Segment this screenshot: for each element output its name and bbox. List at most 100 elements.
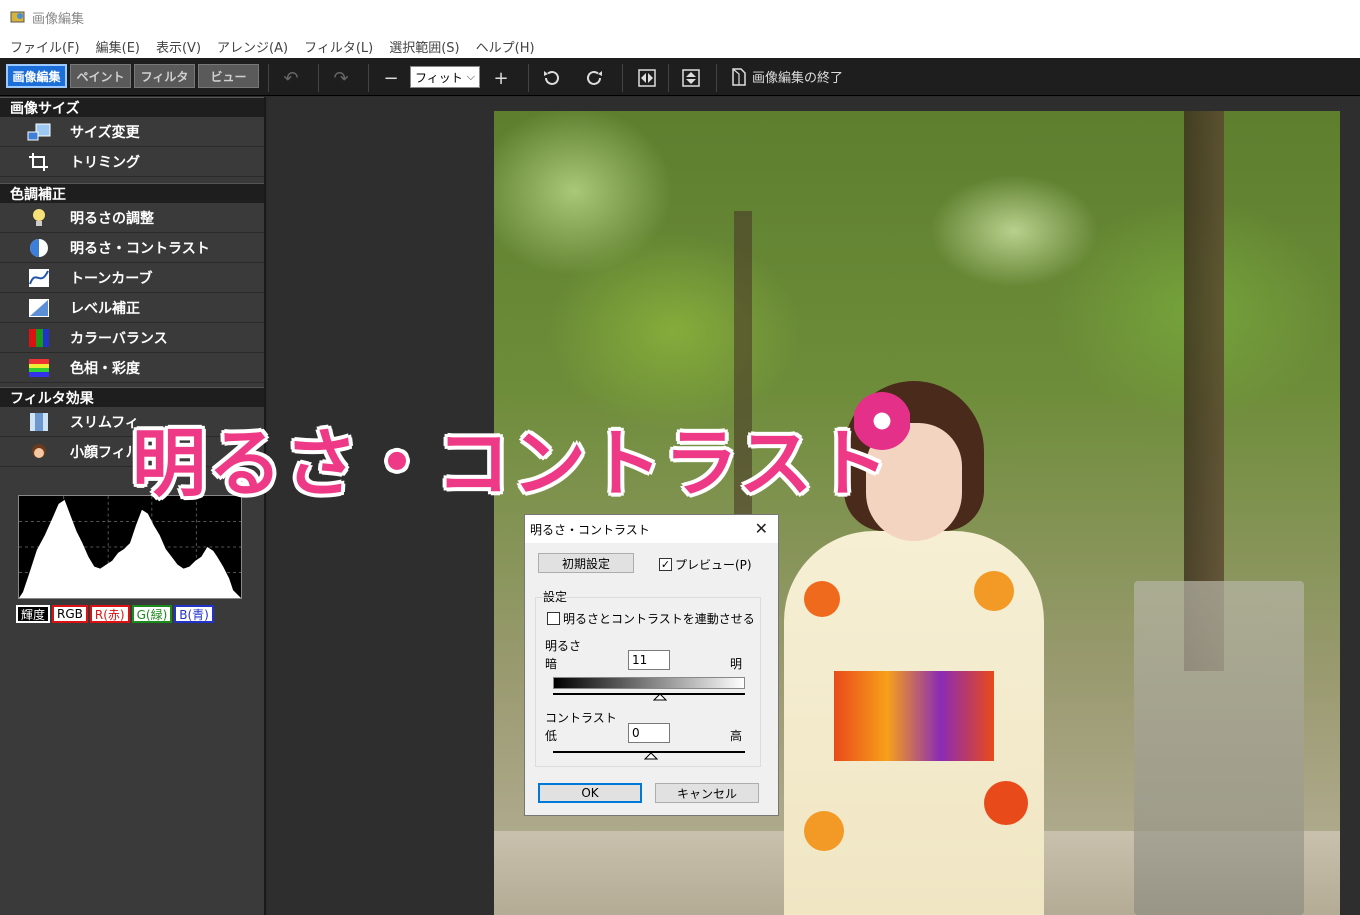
contrast-icon <box>26 237 52 259</box>
sidebar-item-label: トリミング <box>70 154 140 171</box>
tab-paint[interactable]: ペイント <box>70 64 131 88</box>
brightness-contrast-dialog: 明るさ・コントラスト ✕ 初期設定 ✓ プレビュー(P) 設定 明るさとコントラ… <box>524 514 779 816</box>
toolbar-divider <box>668 64 669 92</box>
histogram-rgb-button[interactable]: RGB <box>52 605 88 623</box>
zoom-in-icon[interactable]: + <box>490 67 512 89</box>
menu-edit[interactable]: 編集(E) <box>90 37 146 56</box>
tab-image-edit[interactable]: 画像編集 <box>6 64 67 88</box>
menu-selection[interactable]: 選択範囲(S) <box>383 37 465 56</box>
end-image-edit-button[interactable]: 画像編集の終了 <box>732 67 843 86</box>
window-title: 画像編集 <box>32 11 85 27</box>
small-face-icon <box>26 441 52 463</box>
tab-filter[interactable]: フィルタ <box>134 64 195 88</box>
close-icon[interactable]: ✕ <box>755 519 768 538</box>
resize-icon <box>26 121 52 143</box>
section-header-image-size: 画像サイズ <box>0 97 264 117</box>
slim-filter-icon <box>26 411 52 433</box>
chevron-down-icon: ⌵ <box>466 70 475 83</box>
toolbar-divider <box>716 64 717 92</box>
toolbar: 画像編集 ペイント フィルタ ビュー ↶ ↷ − フィット ⌵ + 画像編集の終… <box>0 58 1360 96</box>
app-icon <box>10 11 25 23</box>
menu-file[interactable]: ファイル(F) <box>4 37 86 56</box>
title-bar: 画像編集 <box>0 0 1360 34</box>
sidebar-item-color-balance[interactable]: カラーバランス <box>0 323 264 353</box>
section-header-color-correction: 色調補正 <box>0 183 264 203</box>
preview-checkbox[interactable]: ✓ プレビュー(P) <box>659 556 752 573</box>
sidebar-item-crop[interactable]: トリミング <box>0 147 264 177</box>
brightness-slider[interactable] <box>553 693 745 695</box>
photo-obi <box>834 671 994 761</box>
sidebar-item-hue-saturation[interactable]: 色相・彩度 <box>0 353 264 383</box>
sidebar-item-label: 明るさの調整 <box>70 210 154 227</box>
sidebar-item-label: 小顔フィル <box>70 444 140 461</box>
toolbar-divider <box>368 64 369 92</box>
sidebar-item-label: サイズ変更 <box>70 124 140 141</box>
rotate-right-icon[interactable] <box>584 67 606 89</box>
color-balance-icon <box>26 327 52 349</box>
sidebar-item-brightness-contrast[interactable]: 明るさ・コントラスト <box>0 233 264 263</box>
brightness-input[interactable]: 11 <box>628 650 670 670</box>
sidebar-item-brightness[interactable]: 明るさの調整 <box>0 203 264 233</box>
toolbar-divider <box>318 64 319 92</box>
menu-arrange[interactable]: アレンジ(A) <box>211 37 294 56</box>
levels-icon <box>26 297 52 319</box>
dialog-title-bar: 明るさ・コントラスト ✕ <box>525 515 778 543</box>
contrast-input[interactable]: 0 <box>628 723 670 743</box>
tab-view[interactable]: ビュー <box>198 64 259 88</box>
brightness-low-label: 暗 <box>545 657 558 671</box>
brightness-slider-thumb[interactable] <box>653 693 667 701</box>
histogram-luminance-button[interactable]: 輝度 <box>16 605 51 623</box>
preview-label: プレビュー(P) <box>675 558 752 572</box>
menu-bar: ファイル(F) 編集(E) 表示(V) アレンジ(A) フィルタ(L) 選択範囲… <box>0 34 1360 58</box>
zoom-value: フィット <box>415 70 463 85</box>
menu-filter[interactable]: フィルタ(L) <box>298 37 379 56</box>
undo-icon[interactable]: ↶ <box>280 67 302 89</box>
rotate-left-icon[interactable] <box>540 67 562 89</box>
lightbulb-icon <box>26 207 52 229</box>
redo-icon[interactable]: ↷ <box>330 67 352 89</box>
sidebar-item-label: スリムフィ <box>70 414 139 431</box>
link-checkbox[interactable]: 明るさとコントラストを連動させる <box>547 610 755 627</box>
menu-view[interactable]: 表示(V) <box>150 37 207 56</box>
menu-help[interactable]: ヘルプ(H) <box>470 37 541 56</box>
sidebar-item-tone-curve[interactable]: トーンカーブ <box>0 263 264 293</box>
cancel-button[interactable]: キャンセル <box>655 783 759 803</box>
zoom-select[interactable]: フィット ⌵ <box>410 66 480 88</box>
sidebar-item-label: レベル補正 <box>70 300 140 317</box>
overlay-caption: 明るさ・コントラスト <box>132 421 891 507</box>
ok-button[interactable]: OK <box>538 783 642 803</box>
end-label: 画像編集の終了 <box>752 71 844 86</box>
hue-saturation-icon <box>26 357 52 379</box>
sidebar-item-label: トーンカーブ <box>70 270 153 287</box>
sidebar-item-label: 色相・彩度 <box>70 360 140 377</box>
toolbar-divider <box>268 64 269 92</box>
histogram-red-button[interactable]: R(赤) <box>89 605 130 623</box>
brightness-gradient <box>553 677 745 689</box>
contrast-slider-thumb[interactable] <box>644 752 658 760</box>
flip-vertical-icon[interactable] <box>680 67 702 89</box>
photo-stone-lantern <box>1134 581 1304 915</box>
reset-button[interactable]: 初期設定 <box>538 553 634 573</box>
sidebar-item-label: 明るさ・コントラスト <box>70 240 210 257</box>
tone-curve-icon <box>26 267 52 289</box>
toolbar-divider <box>528 64 529 92</box>
link-label: 明るさとコントラストを連動させる <box>563 612 755 626</box>
histogram-green-button[interactable]: G(緑) <box>131 605 173 623</box>
flip-horizontal-icon[interactable] <box>636 67 658 89</box>
contrast-high-label: 高 <box>730 729 743 743</box>
crop-icon <box>26 151 52 173</box>
zoom-out-icon[interactable]: − <box>380 67 402 89</box>
sidebar-item-levels[interactable]: レベル補正 <box>0 293 264 323</box>
contrast-low-label: 低 <box>545 729 558 743</box>
check-icon: ✓ <box>659 558 672 571</box>
sidebar-item-resize[interactable]: サイズ変更 <box>0 117 264 147</box>
histogram-channel-buttons: 輝度 RGB R(赤) G(緑) B(青) <box>16 605 216 623</box>
histogram-blue-button[interactable]: B(青) <box>174 605 214 623</box>
dialog-title: 明るさ・コントラスト <box>530 522 650 537</box>
sidebar-item-label: カラーバランス <box>70 330 168 347</box>
brightness-label: 明るさ <box>545 639 582 653</box>
contrast-label: コントラスト <box>545 711 617 725</box>
mode-tabs: 画像編集 ペイント フィルタ ビュー <box>6 64 262 88</box>
document-icon <box>732 67 746 86</box>
toolbar-divider <box>622 64 623 92</box>
